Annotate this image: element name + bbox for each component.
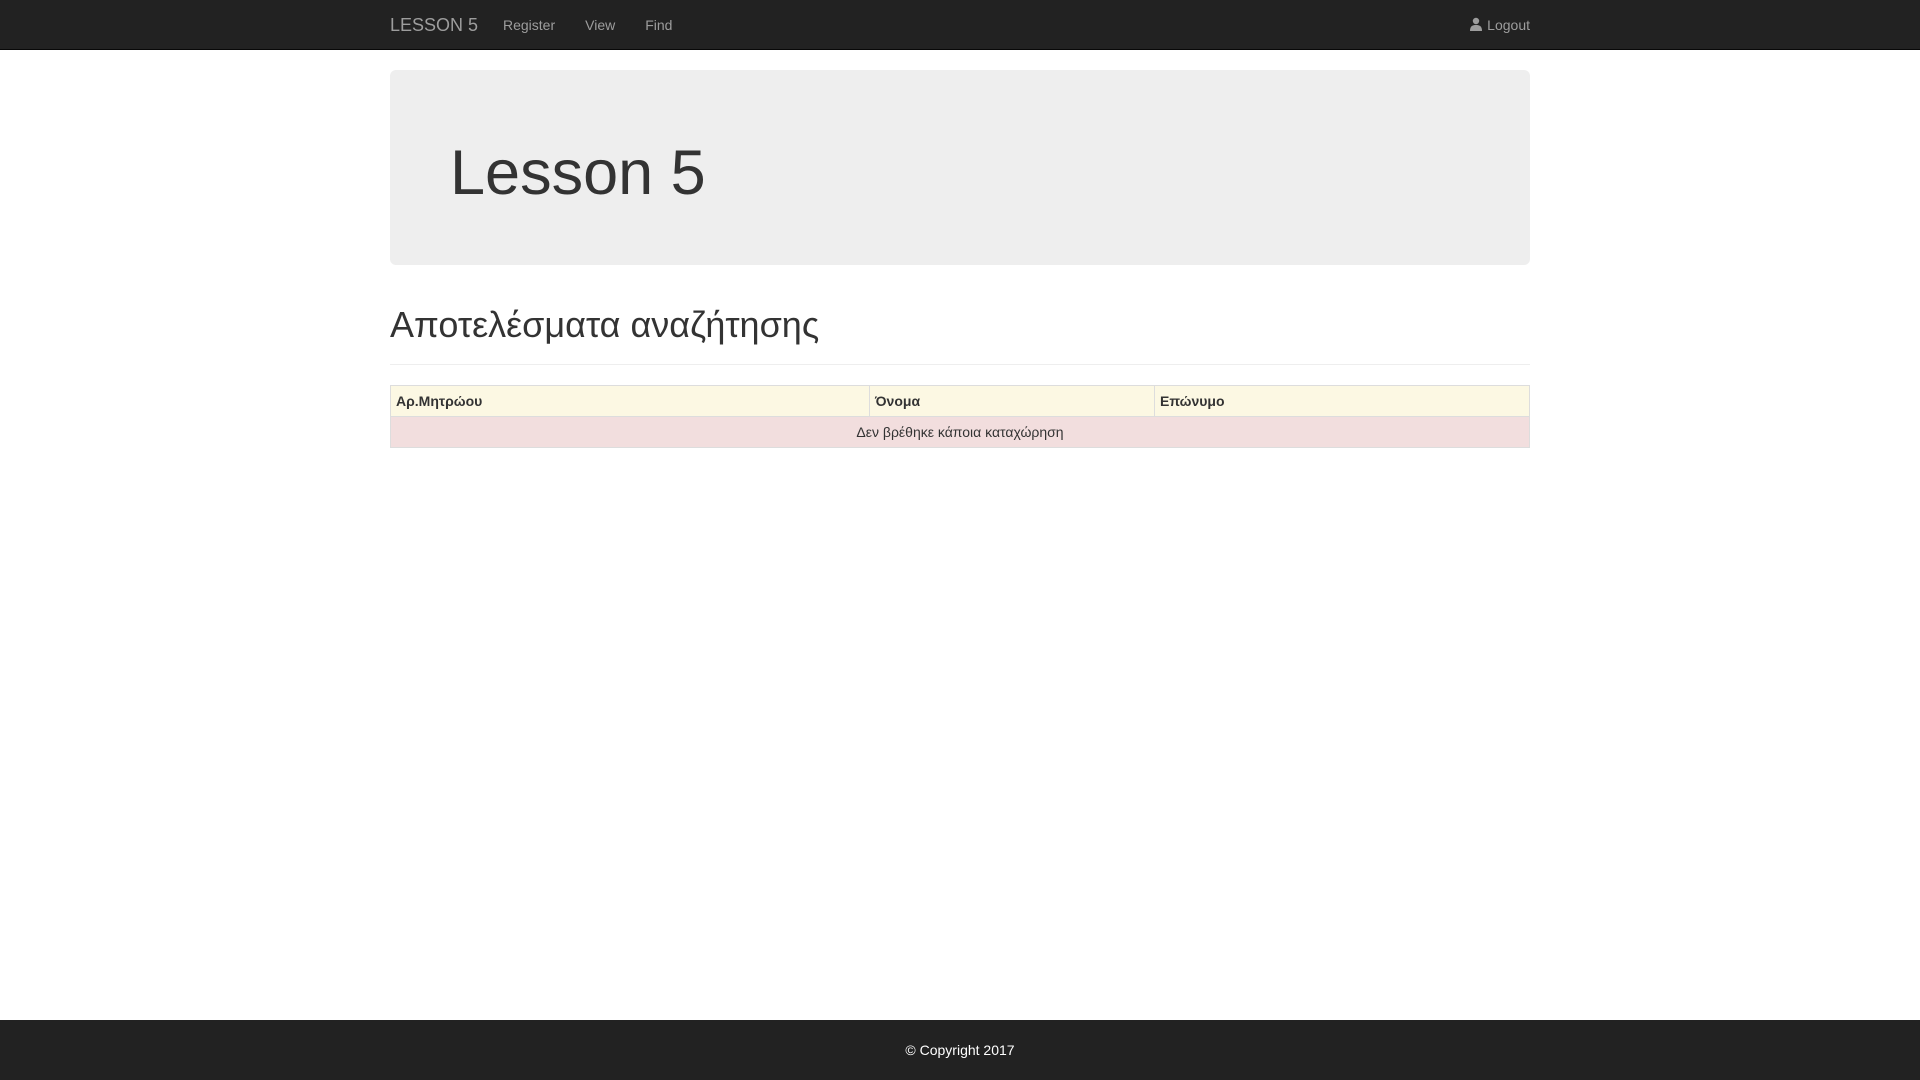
column-header-registration-number: Αρ.Μητρώου [390,385,870,417]
table-header-row: Αρ.Μητρώου Όνομα Επώνυμο [390,385,1530,417]
nav-links: Register View Find [488,0,687,50]
logout-label: Logout [1487,17,1530,33]
navbar-container: LESSON 5 Register View Find Logout [390,0,1530,50]
nav-link-view[interactable]: View [570,0,630,50]
top-navbar: LESSON 5 Register View Find Logout [0,0,1920,50]
table-row: Δεν βρέθηκε κάποια καταχώρηση [390,416,1530,448]
copyright-text: © Copyright 2017 [905,1042,1015,1058]
jumbotron: Lesson 5 [390,70,1530,265]
user-icon [1470,17,1483,31]
results-header: Αποτελέσματα αναζήτησης [390,296,1530,365]
logout-link[interactable]: Logout [1469,0,1530,50]
nav-link-find[interactable]: Find [630,0,687,50]
results-table: Αρ.Μητρώου Όνομα Επώνυμο Δεν βρέθηκε κάπ… [390,385,1530,448]
column-header-first-name: Όνομα [869,385,1155,417]
navbar-brand[interactable]: LESSON 5 [390,0,478,50]
nav-link-register[interactable]: Register [488,0,570,50]
page-title: Lesson 5 [450,138,706,208]
footer: © Copyright 2017 [0,1020,1920,1080]
column-header-last-name: Επώνυμο [1154,385,1530,417]
empty-results-message: Δεν βρέθηκε κάποια καταχώρηση [390,416,1530,448]
results-heading: Αποτελέσματα αναζήτησης [390,304,820,345]
